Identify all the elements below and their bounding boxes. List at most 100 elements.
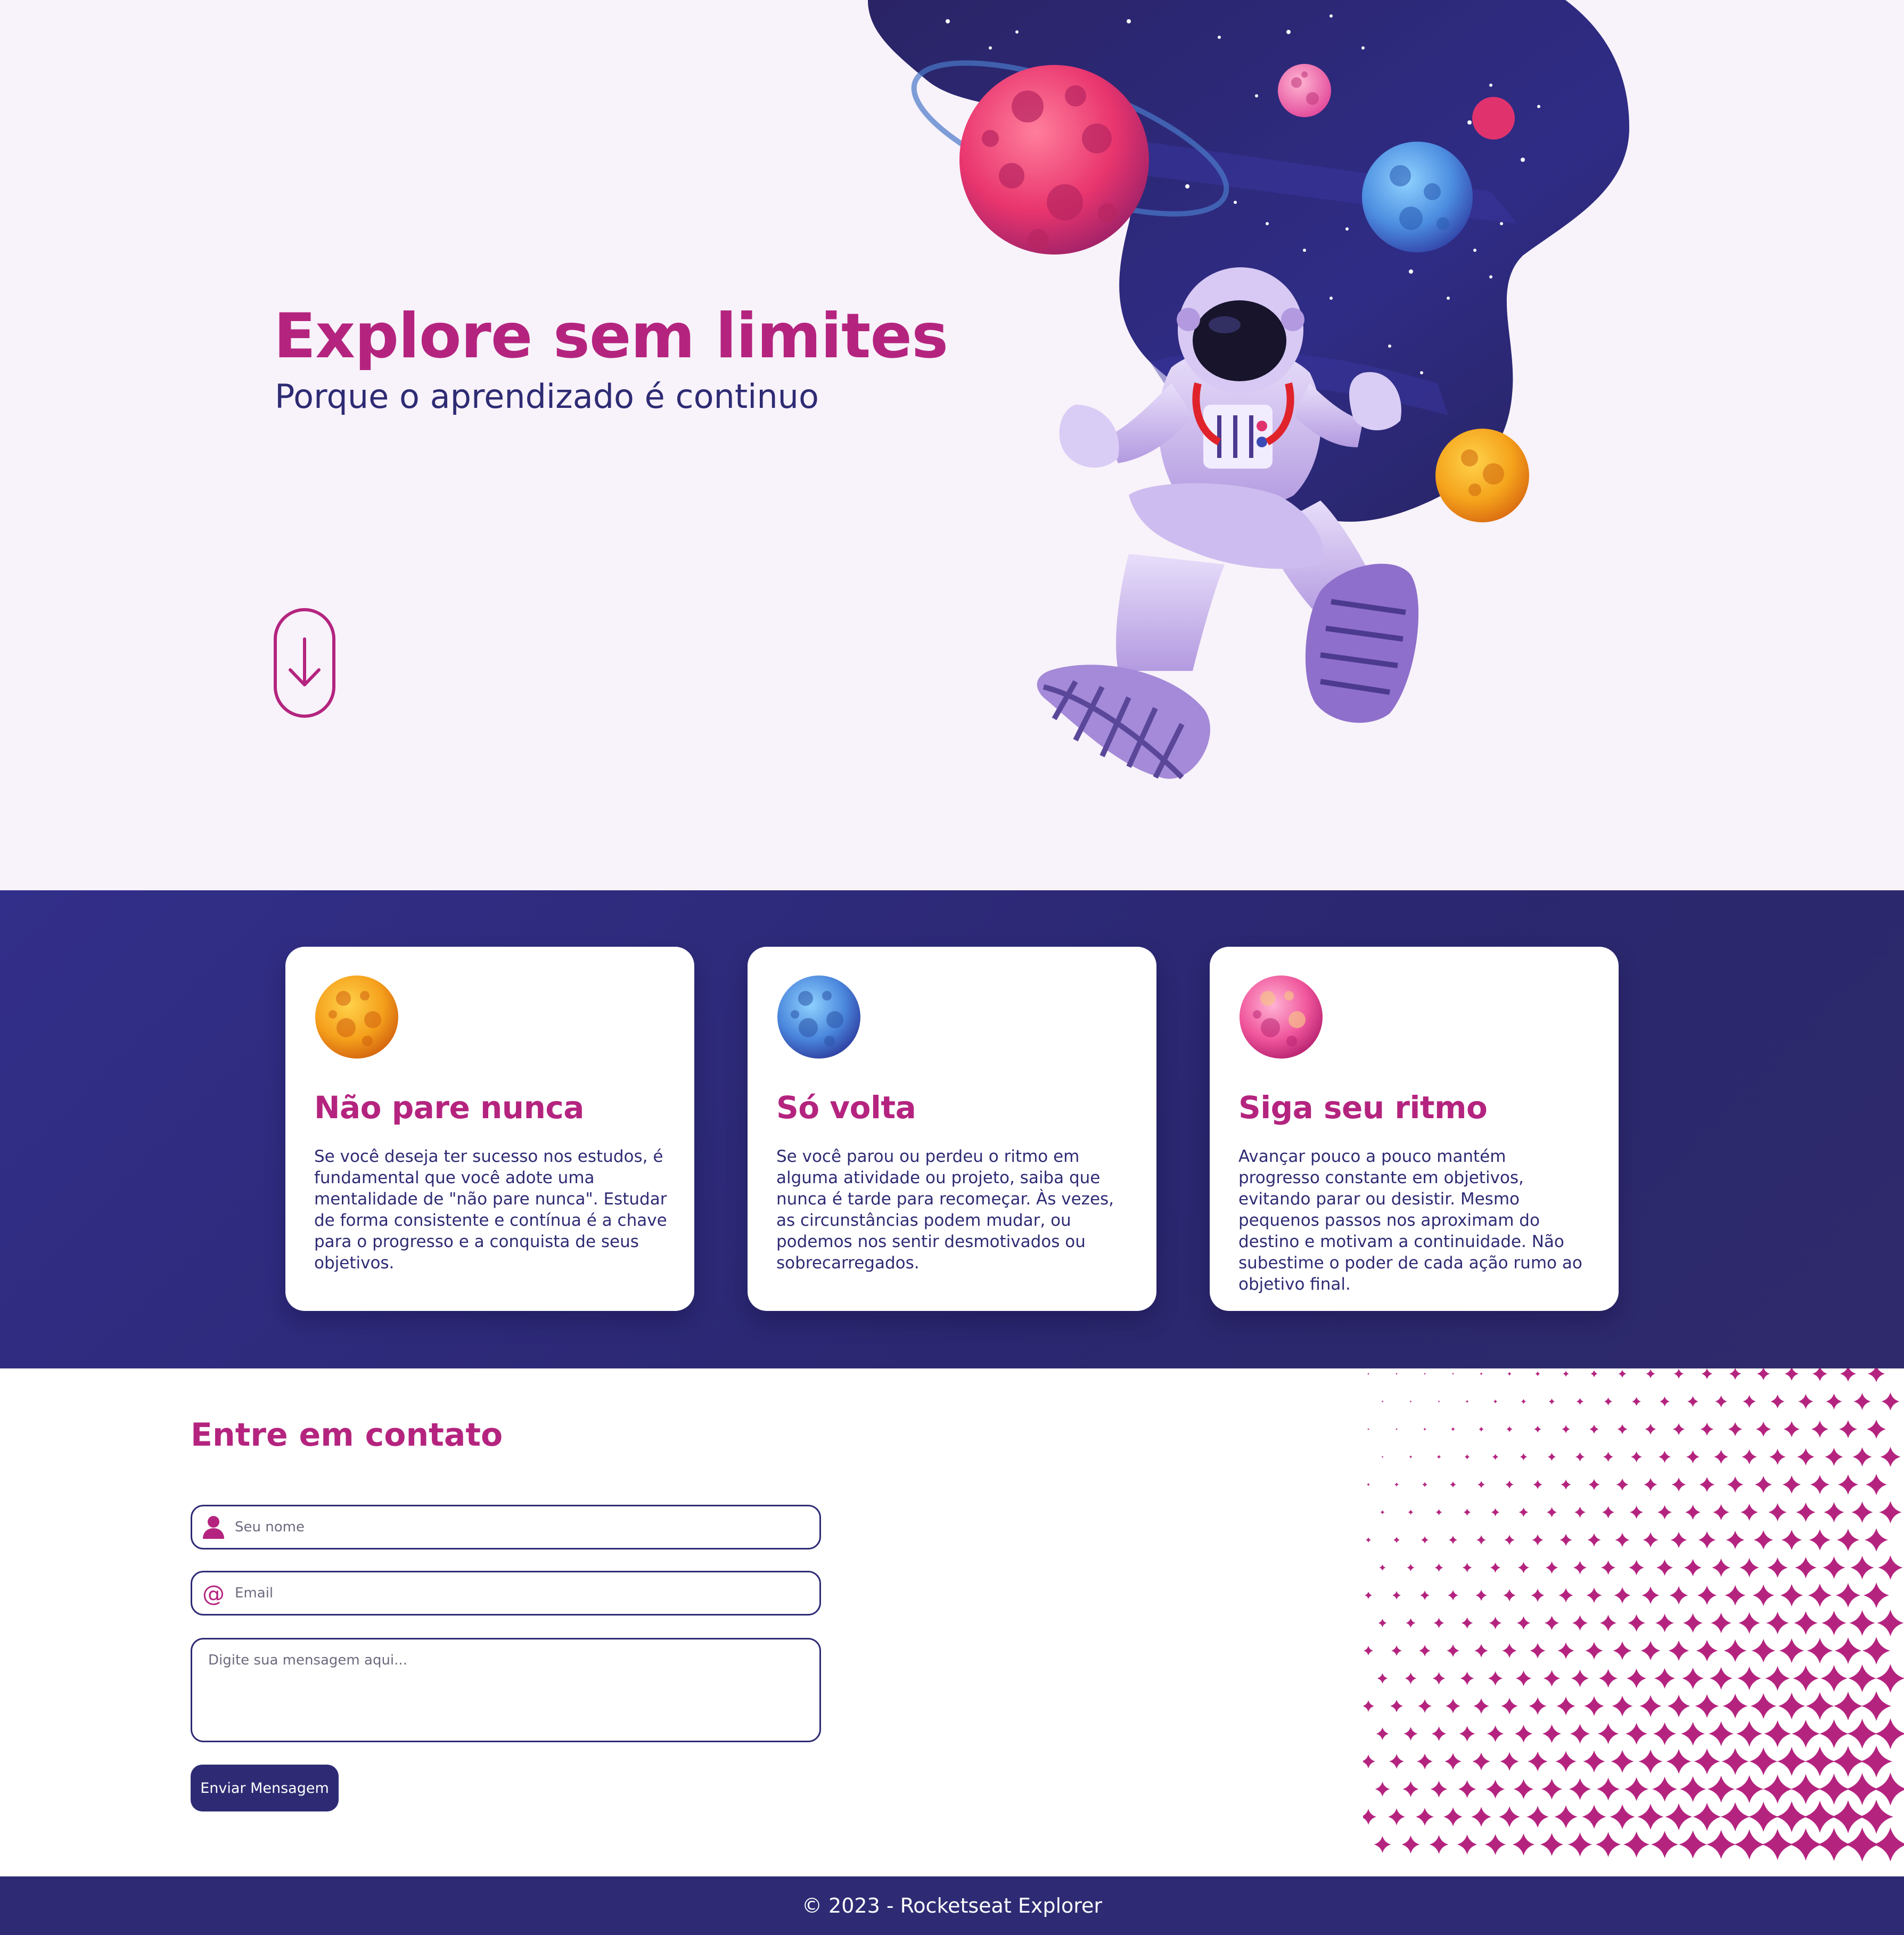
footer: © 2023 - Rocketseat Explorer — [0, 1876, 1904, 1935]
name-input[interactable] — [235, 1508, 819, 1546]
message-textarea[interactable] — [191, 1638, 821, 1742]
sparkle-star — [1698, 1531, 1716, 1549]
sparkle-star — [1694, 1748, 1720, 1775]
card-text: Avançar pouco a pouco mantém progresso c… — [1238, 1147, 1582, 1294]
send-message-button[interactable]: Enviar Mensagem — [191, 1765, 339, 1811]
sparkle-star — [1582, 1805, 1606, 1829]
card-title: Siga seu ritmo — [1238, 1089, 1488, 1126]
sparkle-star — [1865, 1473, 1887, 1496]
sparkle-star — [1603, 1452, 1614, 1462]
sparkle-star — [1683, 1613, 1703, 1633]
sparkle-star — [1545, 1561, 1558, 1574]
sparkle-star — [1818, 1773, 1850, 1805]
sparkle-star — [1502, 1643, 1517, 1658]
sparkle-star — [1792, 1719, 1820, 1748]
sparkle-star — [1859, 1800, 1893, 1834]
sparkle-star — [1433, 1618, 1445, 1628]
scroll-down-button[interactable] — [274, 608, 335, 718]
sparkle-star — [1852, 1447, 1872, 1467]
sparkle-star — [1766, 1611, 1789, 1635]
sparkle-star — [1473, 1698, 1489, 1714]
sparkle-star — [1599, 1614, 1617, 1631]
sparkle-star — [1876, 1663, 1904, 1693]
sparkle-star — [1794, 1611, 1818, 1635]
name-field[interactable] — [191, 1505, 821, 1549]
sparkle-star — [1666, 1749, 1692, 1774]
sparkle-star — [1465, 1400, 1469, 1403]
sparkle-star — [1520, 1453, 1528, 1461]
sparkle-star — [1631, 1397, 1642, 1406]
sparkle-star — [1409, 1455, 1413, 1458]
sparkle-star — [1416, 1808, 1434, 1826]
sparkle-star — [1392, 1591, 1401, 1600]
sparkle-star — [1363, 1754, 1375, 1768]
sparkle-star — [1743, 1395, 1756, 1408]
sparkle-star — [1848, 1664, 1876, 1693]
sparkle-star — [1846, 1773, 1878, 1806]
sparkle-star — [1380, 1510, 1385, 1514]
sparkle-star — [1570, 1724, 1590, 1744]
sparkle-star — [1768, 1503, 1787, 1522]
sparkle-star — [1780, 1584, 1803, 1607]
sparkle-star — [1749, 1747, 1778, 1776]
sparkle-star — [1611, 1750, 1634, 1773]
sparkle-star — [1672, 1423, 1685, 1436]
sparkle-star — [1542, 1724, 1562, 1743]
sparkle-star — [1657, 1505, 1672, 1520]
sparkle-star — [1821, 1610, 1846, 1636]
sparkle-star — [1797, 1448, 1815, 1466]
sparkle-star — [1575, 1452, 1585, 1462]
sparkle-star — [1864, 1528, 1889, 1552]
sparkle-star — [1711, 1612, 1731, 1634]
sparkle-star — [1687, 1396, 1698, 1407]
sparkle-star — [1628, 1560, 1645, 1576]
sparkle-star — [1556, 1696, 1575, 1716]
sparkle-star — [1459, 1726, 1475, 1742]
astronaut-space-illustration — [868, 0, 1629, 780]
sparkle-star — [1363, 1809, 1376, 1825]
sparkle-star — [1443, 1807, 1463, 1826]
sparkle-star — [1779, 1638, 1804, 1663]
sparkle-star — [1514, 1725, 1533, 1743]
sparkle-star — [1809, 1529, 1831, 1551]
sparkle-star — [1684, 1559, 1702, 1577]
sparkle-star — [1753, 1530, 1774, 1550]
sparkle-star — [1819, 1719, 1849, 1749]
sparkle-star — [1879, 1501, 1902, 1524]
hero-section: Explore sem limites Porque o aprendizado… — [0, 0, 1904, 890]
sparkle-star — [1422, 1482, 1427, 1487]
sparkle-star — [1532, 1534, 1544, 1546]
sparkle-star — [1764, 1720, 1791, 1748]
sparkle-star — [1375, 1782, 1390, 1797]
sparkle-star — [1867, 1368, 1885, 1383]
email-field[interactable]: @ — [191, 1571, 821, 1616]
sparkle-star — [1877, 1609, 1904, 1637]
sparkle-star — [1739, 1557, 1759, 1578]
sparkle-star — [1390, 1700, 1403, 1712]
sparkle-star — [1653, 1722, 1676, 1745]
sparkle-star — [1615, 1532, 1630, 1547]
sparkle-star — [1863, 1582, 1890, 1609]
sparkle-star — [1574, 1506, 1586, 1518]
sparkle-star — [1714, 1449, 1728, 1464]
sparkle-star — [1808, 1583, 1832, 1608]
sparkle-star — [1803, 1800, 1836, 1833]
sparkle-star — [1547, 1453, 1556, 1461]
sparkle-star — [1490, 1562, 1501, 1573]
sparkle-star — [1598, 1669, 1618, 1688]
sparkle-star — [1836, 1528, 1860, 1552]
sparkle-star — [1555, 1751, 1577, 1772]
sparkle-star — [1861, 1691, 1892, 1721]
hero-subtitle: Porque o aprendizado é continuo — [275, 377, 819, 416]
sparkle-star — [1629, 1505, 1644, 1519]
sparkle-star — [1737, 1666, 1761, 1691]
card-title: Não pare nunca — [314, 1089, 584, 1126]
sparkle-star — [1798, 1393, 1813, 1409]
sparkle-star — [1367, 1373, 1369, 1375]
sparkle-star — [1561, 1479, 1571, 1490]
sparkle-star — [1804, 1746, 1835, 1777]
sparkle-star — [1763, 1774, 1792, 1804]
email-input[interactable] — [235, 1575, 819, 1612]
sparkle-star — [1404, 1727, 1418, 1741]
sparkle-star — [1447, 1644, 1459, 1657]
